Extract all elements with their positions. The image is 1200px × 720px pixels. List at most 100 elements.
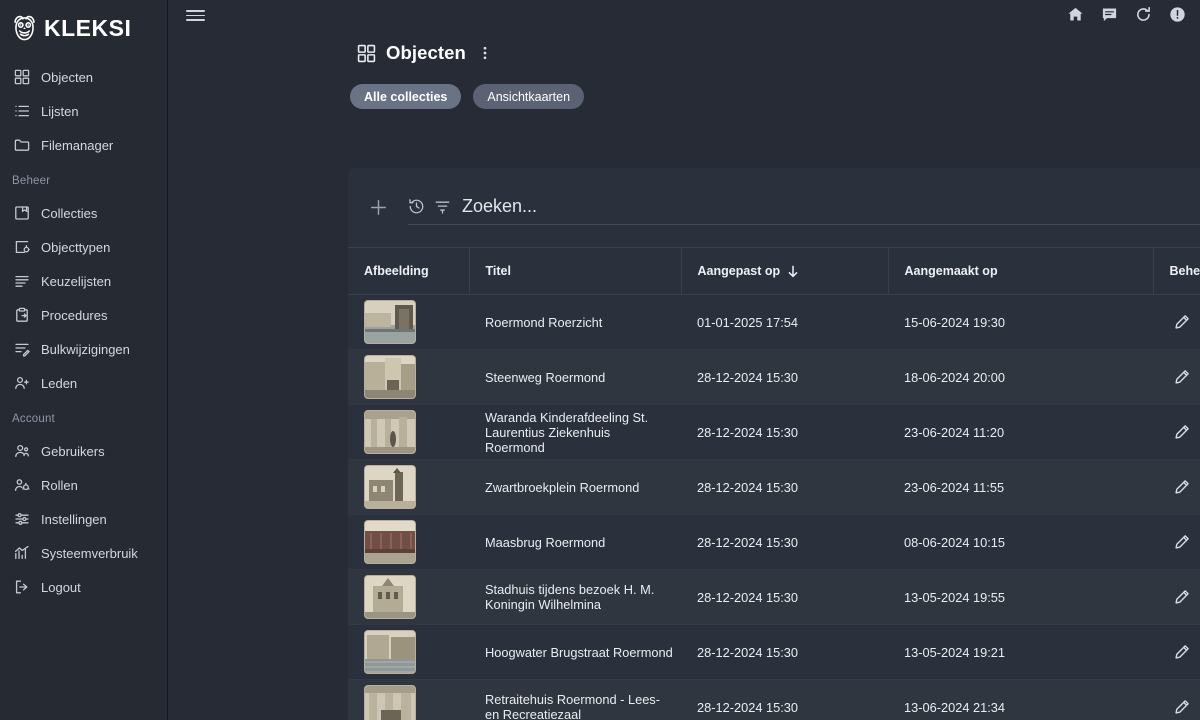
cell-aangemaakt-op: 18-06-2024 20:00 — [888, 350, 1153, 405]
roles-icon — [13, 477, 30, 494]
sidebar-item-label: Instellingen — [41, 512, 107, 527]
chip-alle-collecties[interactable]: Alle collecties — [350, 84, 461, 109]
objects-table: Afbeelding Titel Aangepast op — [348, 247, 1200, 720]
members-icon — [13, 375, 30, 392]
cell-aangemaakt-op: 15-06-2024 19:30 — [888, 295, 1153, 350]
table-row[interactable]: Retraitehuis Roermond - Lees- en Recreat… — [348, 680, 1200, 720]
page-title-row: Objecten — [168, 28, 1200, 64]
grid-icon — [357, 44, 376, 63]
folder-icon — [13, 137, 30, 154]
cell-beheer — [1153, 570, 1200, 625]
main-content: Objecten Alle collecties Ansichtkaarten — [168, 0, 1200, 720]
table-row[interactable]: Maasbrug Roermond28-12-2024 15:3008-06-2… — [348, 515, 1200, 570]
object-thumbnail[interactable] — [364, 575, 416, 619]
sidebar-item-label: Collecties — [41, 206, 97, 221]
cell-afbeelding — [348, 680, 469, 720]
object-thumbnail[interactable] — [364, 300, 416, 344]
cell-beheer — [1153, 350, 1200, 405]
edit-icon[interactable] — [1174, 369, 1190, 385]
cell-beheer — [1153, 405, 1200, 460]
table-row[interactable]: Zwartbroekplein Roermond28-12-2024 15:30… — [348, 460, 1200, 515]
sidebar-item-instellingen[interactable]: Instellingen — [0, 502, 167, 536]
refresh-icon[interactable] — [1135, 6, 1152, 23]
message-icon[interactable] — [1101, 6, 1118, 23]
column-label: Titel — [486, 264, 511, 278]
chip-ansichtkaarten[interactable]: Ansichtkaarten — [473, 84, 584, 109]
sidebar-item-bulkwijzigingen[interactable]: Bulkwijzigingen — [0, 332, 167, 366]
object-thumbnail[interactable] — [364, 685, 416, 720]
home-icon[interactable] — [1067, 6, 1084, 23]
brand-name: KLEKSI — [44, 17, 131, 40]
object-thumbnail[interactable] — [364, 465, 416, 509]
table-row[interactable]: Roermond Roerzicht01-01-2025 17:5415-06-… — [348, 295, 1200, 350]
page-title: Objecten — [386, 42, 466, 64]
search-input[interactable] — [460, 196, 1200, 218]
column-header-aangemaakt-op[interactable]: Aangemaakt op — [888, 248, 1153, 295]
history-icon[interactable] — [408, 198, 425, 218]
edit-icon[interactable] — [1174, 424, 1190, 440]
objects-card: (CTRL + K) — [348, 168, 1200, 720]
sidebar-item-gebruikers[interactable]: Gebruikers — [0, 434, 167, 468]
brand[interactable]: KLEKSI — [0, 0, 167, 46]
table-row[interactable]: Steenweg Roermond28-12-2024 15:3018-06-2… — [348, 350, 1200, 405]
plus-icon[interactable] — [348, 198, 408, 217]
edit-icon[interactable] — [1174, 699, 1190, 715]
sidebar-item-lijsten[interactable]: Lijsten — [0, 94, 167, 128]
cell-aangepast-op: 28-12-2024 15:30 — [681, 680, 888, 720]
sidebar-item-objecten[interactable]: Objecten — [0, 60, 167, 94]
sidebar-item-filemanager[interactable]: Filemanager — [0, 128, 167, 162]
cell-aangepast-op: 01-01-2025 17:54 — [681, 295, 888, 350]
table-header-row: Afbeelding Titel Aangepast op — [348, 248, 1200, 295]
bulk-edit-icon — [13, 341, 30, 358]
column-label: Aangemaakt op — [905, 264, 998, 278]
object-thumbnail[interactable] — [364, 630, 416, 674]
column-header-afbeelding[interactable]: Afbeelding — [348, 248, 469, 295]
topbar-icons — [1067, 6, 1186, 23]
collection-filter-chips: Alle collecties Ansichtkaarten — [168, 64, 1200, 109]
column-label: Beheer — [1170, 264, 1200, 278]
cell-titel: Zwartbroekplein Roermond — [469, 460, 681, 515]
cell-beheer — [1153, 680, 1200, 720]
cell-titel: Roermond Roerzicht — [469, 295, 681, 350]
chart-icon — [13, 545, 30, 562]
edit-icon[interactable] — [1174, 479, 1190, 495]
cell-beheer — [1153, 460, 1200, 515]
table-row[interactable]: Stadhuis tijdens bezoek H. M. Koningin W… — [348, 570, 1200, 625]
edit-icon[interactable] — [1174, 589, 1190, 605]
sidebar-item-systeemverbruik[interactable]: Systeemverbruik — [0, 536, 167, 570]
sidebar-item-label: Procedures — [41, 308, 107, 323]
filter-icon[interactable] — [434, 198, 451, 218]
table-row[interactable]: Hoogwater Brugstraat Roermond28-12-2024 … — [348, 625, 1200, 680]
edit-icon[interactable] — [1174, 534, 1190, 550]
cell-titel: Waranda Kinderafdeeling St. Laurentius Z… — [469, 405, 681, 460]
table-row[interactable]: Waranda Kinderafdeeling St. Laurentius Z… — [348, 405, 1200, 460]
hamburger-icon[interactable] — [186, 4, 205, 25]
sidebar-item-collecties[interactable]: Collecties — [0, 196, 167, 230]
column-header-aangepast-op[interactable]: Aangepast op — [681, 248, 888, 295]
sidebar-item-leden[interactable]: Leden — [0, 366, 167, 400]
cell-aangemaakt-op: 13-06-2024 21:34 — [888, 680, 1153, 720]
cell-titel: Steenweg Roermond — [469, 350, 681, 405]
column-header-beheer[interactable]: Beheer — [1153, 248, 1200, 295]
owl-icon — [12, 15, 37, 42]
cell-aangemaakt-op: 08-06-2024 10:15 — [888, 515, 1153, 570]
topbar — [168, 0, 1200, 28]
alert-icon[interactable] — [1169, 6, 1186, 23]
column-header-titel[interactable]: Titel — [469, 248, 681, 295]
cell-beheer — [1153, 295, 1200, 350]
cell-aangemaakt-op: 23-06-2024 11:20 — [888, 405, 1153, 460]
cell-aangepast-op: 28-12-2024 15:30 — [681, 515, 888, 570]
object-thumbnail[interactable] — [364, 410, 416, 454]
sidebar-item-label: Objecttypen — [41, 240, 110, 255]
sidebar-item-procedures[interactable]: Procedures — [0, 298, 167, 332]
edit-icon[interactable] — [1174, 644, 1190, 660]
edit-icon[interactable] — [1174, 314, 1190, 330]
sidebar-item-objecttypen[interactable]: Objecttypen — [0, 230, 167, 264]
sidebar-item-logout[interactable]: Logout — [0, 570, 167, 604]
object-thumbnail[interactable] — [364, 355, 416, 399]
sidebar-item-rollen[interactable]: Rollen — [0, 468, 167, 502]
sidebar-item-keuzelijsten[interactable]: Keuzelijsten — [0, 264, 167, 298]
object-thumbnail[interactable] — [364, 520, 416, 564]
more-vertical-icon[interactable] — [476, 45, 494, 61]
cell-afbeelding — [348, 405, 469, 460]
